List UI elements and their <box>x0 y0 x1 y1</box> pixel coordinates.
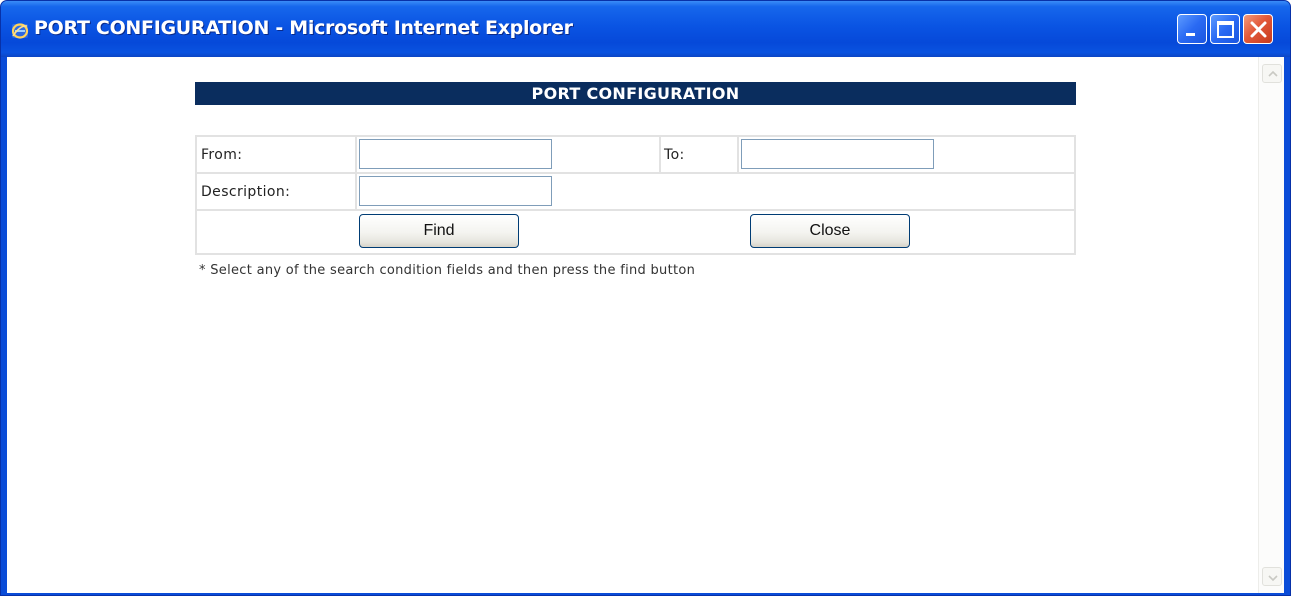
close-button[interactable]: Close <box>750 214 910 248</box>
row-divider <box>197 209 1074 211</box>
maximize-button[interactable] <box>1210 14 1240 44</box>
to-label: To: <box>664 147 685 163</box>
description-label: Description: <box>201 184 291 200</box>
title-bar[interactable]: PORT CONFIGURATION - Microsoft Internet … <box>1 1 1290 57</box>
help-note: * Select any of the search condition fie… <box>199 263 696 278</box>
minimize-button[interactable] <box>1177 14 1207 44</box>
column-divider <box>355 137 357 209</box>
scroll-down-button[interactable] <box>1262 567 1282 586</box>
from-input[interactable] <box>359 139 552 169</box>
close-window-button[interactable] <box>1243 14 1273 44</box>
scroll-up-button[interactable] <box>1262 64 1282 83</box>
window-title: PORT CONFIGURATION - Microsoft Internet … <box>34 17 573 39</box>
row-divider <box>197 172 1074 174</box>
vertical-scrollbar[interactable] <box>1258 57 1284 593</box>
description-input[interactable] <box>359 176 552 206</box>
search-form: From: To: Description: Find Close <box>195 135 1076 255</box>
from-label: From: <box>201 147 243 163</box>
to-input[interactable] <box>741 139 934 169</box>
column-divider <box>737 137 739 172</box>
find-button[interactable]: Find <box>359 214 519 248</box>
browser-window: PORT CONFIGURATION - Microsoft Internet … <box>0 0 1291 596</box>
page-heading: PORT CONFIGURATION <box>195 82 1076 105</box>
page-content: PORT CONFIGURATION From: To: Description… <box>7 57 1284 593</box>
internet-explorer-icon <box>11 22 29 40</box>
column-divider <box>659 137 661 172</box>
